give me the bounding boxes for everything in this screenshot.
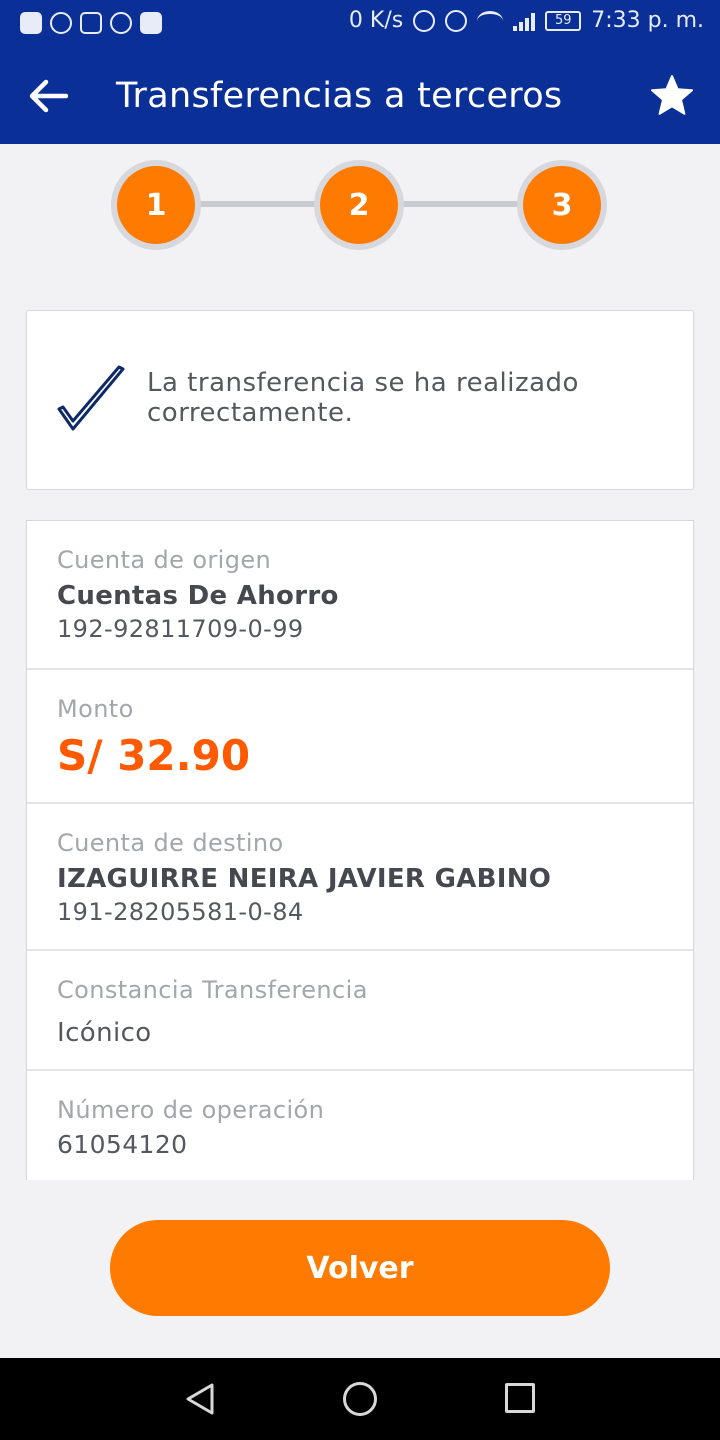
operation-number: 61054120 [57, 1130, 188, 1159]
step-number: 2 [320, 166, 398, 244]
notification-icons [20, 12, 162, 34]
checkmark-icon [57, 365, 125, 431]
star-icon[interactable] [650, 74, 694, 118]
origin-account-type: Cuentas De Ahorro [57, 581, 339, 611]
gmail-icon [80, 12, 102, 34]
progress-stepper: 1 2 3 [0, 156, 720, 252]
net-speed: 0 K/s [348, 8, 404, 33]
destination-account-number: 191-28205581-0-84 [57, 898, 304, 926]
page-title: Transferencias a terceros [116, 76, 563, 116]
step-2: 2 [314, 160, 404, 250]
nav-back-icon[interactable] [184, 1382, 216, 1416]
system-status: 0 K/s 59 7:33 p. m. [349, 8, 704, 33]
wifi-icon [477, 10, 504, 31]
amount-value: S/ 32.90 [57, 731, 251, 780]
step-connector [400, 201, 522, 207]
alarm-icon [413, 9, 436, 32]
step-number: 1 [117, 166, 195, 244]
back-button[interactable]: Volver [110, 1220, 610, 1316]
arrow-left-icon[interactable] [28, 78, 68, 114]
receipt-row: Constancia Transferencia Icónico [27, 951, 693, 1071]
transfer-details: Cuenta de origen Cuentas De Ahorro 192-9… [26, 520, 694, 1180]
trello-icon [140, 12, 162, 34]
amount-row: Monto S/ 32.90 [27, 670, 693, 804]
step-connector [200, 201, 320, 207]
nav-home-icon[interactable] [343, 1382, 377, 1416]
success-card: La transferencia se ha realizado correct… [26, 310, 694, 490]
instagram-icon [110, 12, 132, 34]
app-bar: Transferencias a terceros [0, 48, 720, 144]
operation-number-row: Número de operación 61054120 [27, 1071, 693, 1180]
receipt-label: Constancia Transferencia [57, 976, 368, 1004]
destination-label: Cuenta de destino [57, 829, 284, 857]
step-1: 1 [111, 160, 201, 250]
shield-icon [20, 12, 42, 34]
operation-label: Número de operación [57, 1096, 325, 1124]
amount-label: Monto [57, 695, 134, 723]
origin-account-number: 192-92811709-0-99 [57, 615, 304, 643]
origin-label: Cuenta de origen [57, 546, 272, 574]
receipt-value: Icónico [57, 1018, 152, 1048]
navigation-bar [0, 1358, 720, 1440]
eye-icon [445, 9, 468, 32]
step-3: 3 [517, 160, 607, 250]
status-bar: 0 K/s 59 7:33 p. m. [0, 0, 720, 48]
origin-account-row: Cuenta de origen Cuentas De Ahorro 192-9… [27, 521, 693, 670]
whatsapp-icon [50, 12, 72, 34]
success-message: La transferencia se ha realizado correct… [147, 368, 579, 428]
nav-recents-icon[interactable] [505, 1383, 535, 1413]
clock: 7:33 p. m. [591, 8, 704, 33]
battery-icon: 59 [545, 10, 582, 31]
signal-icon [513, 11, 536, 31]
step-number: 3 [523, 166, 601, 244]
destination-name: IZAGUIRRE NEIRA JAVIER GABINO [57, 864, 552, 894]
destination-account-row: Cuenta de destino IZAGUIRRE NEIRA JAVIER… [27, 804, 693, 951]
